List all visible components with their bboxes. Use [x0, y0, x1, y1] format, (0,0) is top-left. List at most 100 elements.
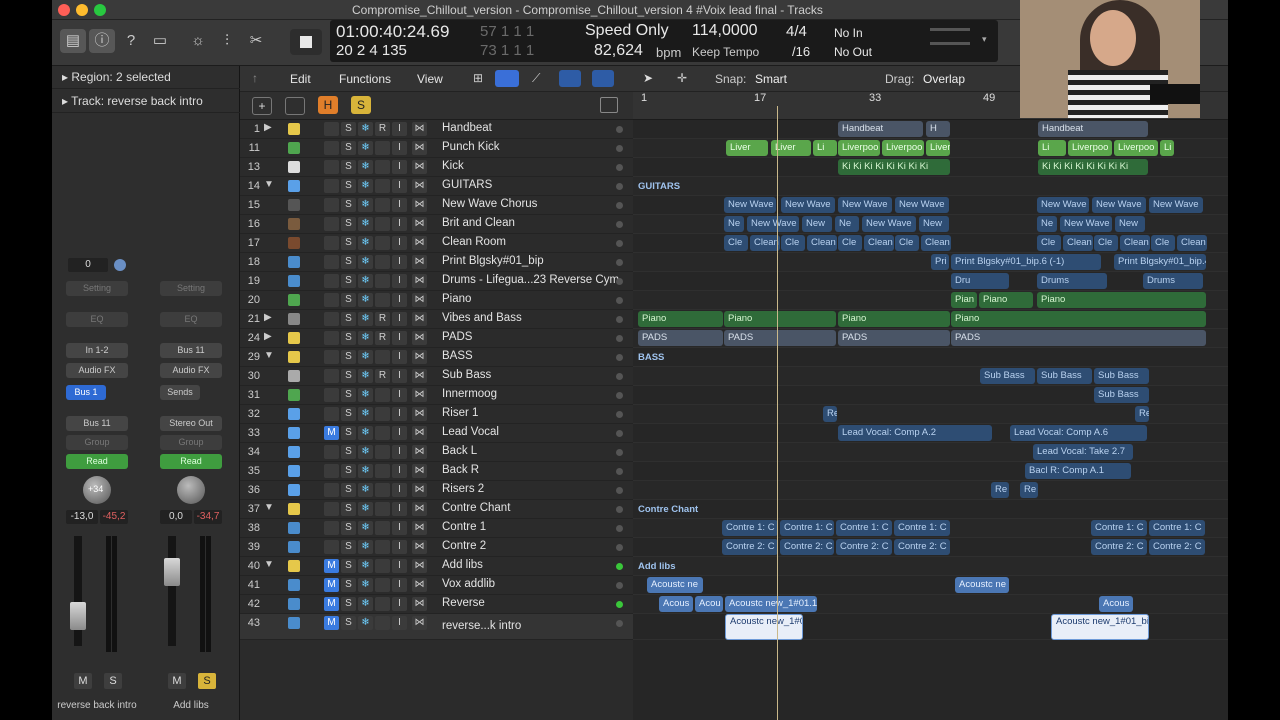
freeze-icon[interactable]: ❄: [358, 274, 373, 288]
input-monitor-button[interactable]: I: [392, 559, 407, 573]
record-enable-button[interactable]: [375, 502, 390, 516]
freeze-icon[interactable]: ❄: [358, 597, 373, 611]
record-enable-button[interactable]: [375, 426, 390, 440]
disclosure-right-icon[interactable]: ▶: [264, 331, 272, 342]
region[interactable]: Re: [1135, 406, 1149, 422]
setting-button[interactable]: Setting: [160, 281, 222, 296]
mute-button[interactable]: [324, 236, 339, 250]
freeze-icon[interactable]: ❄: [358, 255, 373, 269]
track-lock-icon[interactable]: ⋈: [412, 502, 427, 516]
region[interactable]: New Wave: [895, 197, 949, 213]
automation-read-button[interactable]: Read: [66, 454, 128, 469]
region[interactable]: Drums: [1037, 273, 1107, 289]
record-enable-button[interactable]: [375, 179, 390, 193]
setting-button[interactable]: Setting: [66, 281, 128, 296]
editors-scissors-icon[interactable]: ✂: [243, 29, 269, 53]
region[interactable]: Liver: [726, 140, 768, 156]
record-enable-button[interactable]: [375, 445, 390, 459]
region[interactable]: Handbeat: [838, 121, 923, 137]
record-enable-button[interactable]: [375, 217, 390, 231]
region[interactable]: Piano: [1037, 292, 1206, 308]
region[interactable]: H: [926, 121, 950, 137]
automation-icon[interactable]: ⟋: [532, 71, 540, 86]
input-monitor-button[interactable]: I: [392, 407, 407, 421]
mute-button[interactable]: [324, 350, 339, 364]
track-name[interactable]: Vibes and Bass: [442, 312, 522, 324]
track-lock-icon[interactable]: ⋈: [412, 141, 427, 155]
region[interactable]: Acous: [659, 596, 693, 612]
track-name[interactable]: Piano: [442, 293, 471, 305]
input-monitor-button[interactable]: I: [392, 616, 407, 630]
solo-button[interactable]: S: [341, 236, 356, 250]
pan-knob[interactable]: +34: [83, 476, 111, 504]
region[interactable]: Ne: [1037, 216, 1057, 232]
freeze-icon[interactable]: ❄: [358, 122, 373, 136]
track-row[interactable]: 15 S ❄ I ⋈ New Wave Chorus: [240, 196, 633, 215]
track-name[interactable]: Clean Room: [442, 236, 506, 248]
group-button[interactable]: Group: [160, 435, 222, 450]
grid-view-icon[interactable]: ⊞: [473, 71, 483, 85]
track-lock-icon[interactable]: ⋈: [412, 445, 427, 459]
sends-button[interactable]: Sends: [160, 385, 200, 400]
region[interactable]: New Wave: [724, 197, 776, 213]
track-row[interactable]: 32 S ❄ I ⋈ Riser 1: [240, 405, 633, 424]
track-lock-icon[interactable]: ⋈: [412, 369, 427, 383]
solo-button[interactable]: S: [198, 673, 216, 689]
input-monitor-button[interactable]: I: [392, 160, 407, 174]
solo-button[interactable]: S: [341, 597, 356, 611]
mute-button[interactable]: [324, 198, 339, 212]
track-row[interactable]: 14 ▼ S ❄ I ⋈ GUITARS: [240, 177, 633, 196]
region[interactable]: Contre 2: C: [836, 539, 892, 555]
solo-button[interactable]: S: [341, 445, 356, 459]
region[interactable]: Clean: [1120, 235, 1150, 251]
track-lock-icon[interactable]: ⋈: [412, 198, 427, 212]
track-lock-icon[interactable]: ⋈: [412, 179, 427, 193]
input-monitor-button[interactable]: I: [392, 369, 407, 383]
disclosure-down-icon[interactable]: ▼: [264, 350, 274, 361]
freeze-icon[interactable]: ❄: [358, 236, 373, 250]
track-lane[interactable]: [633, 272, 1228, 291]
freeze-icon[interactable]: ❄: [358, 616, 373, 630]
region[interactable]: Piano: [979, 292, 1033, 308]
track-lock-icon[interactable]: ⋈: [412, 255, 427, 269]
mute-button[interactable]: [324, 217, 339, 231]
playhead[interactable]: [777, 106, 778, 720]
track-lane[interactable]: [633, 576, 1228, 595]
input-monitor-button[interactable]: I: [392, 312, 407, 326]
snap-select[interactable]: Smart: [755, 72, 787, 86]
track-row[interactable]: 24 ▶ S ❄ R I ⋈ PADS: [240, 329, 633, 348]
back-arrow-icon[interactable]: ↑: [252, 71, 258, 85]
region[interactable]: New Wave: [862, 216, 916, 232]
input-monitor-button[interactable]: I: [392, 445, 407, 459]
freeze-icon[interactable]: ❄: [358, 483, 373, 497]
track-name[interactable]: Riser 1: [442, 407, 478, 419]
region[interactable]: Sub Bass: [1094, 387, 1149, 403]
freeze-icon[interactable]: ❄: [358, 331, 373, 345]
record-enable-button[interactable]: [375, 274, 390, 288]
solo-button[interactable]: S: [341, 331, 356, 345]
mute-button[interactable]: [324, 521, 339, 535]
freeze-icon[interactable]: ❄: [358, 179, 373, 193]
solo-button[interactable]: S: [341, 521, 356, 535]
toolbar-toggle-icon[interactable]: ▭: [147, 29, 173, 53]
mute-button[interactable]: [324, 540, 339, 554]
track-lock-icon[interactable]: ⋈: [412, 350, 427, 364]
region[interactable]: Clean: [807, 235, 837, 251]
region[interactable]: Piano: [838, 311, 950, 327]
track-row[interactable]: 42 M S ❄ I ⋈ Reverse: [240, 595, 633, 614]
mixer-icon[interactable]: ⫶: [214, 29, 240, 53]
volume-fader-track[interactable]: [168, 536, 176, 646]
track-name[interactable]: Sub Bass: [442, 369, 491, 381]
region[interactable]: Ne: [835, 216, 859, 232]
region[interactable]: Acou: [695, 596, 723, 612]
region[interactable]: Clean: [750, 235, 780, 251]
track-name[interactable]: BASS: [442, 350, 473, 362]
freeze-icon[interactable]: ❄: [358, 407, 373, 421]
track-name[interactable]: Vox addlib: [442, 578, 495, 590]
track-lane[interactable]: [633, 462, 1228, 481]
region[interactable]: Acoustc new_1#01.1: [725, 596, 817, 612]
record-enable-button[interactable]: [375, 616, 390, 630]
region[interactable]: Piano: [638, 311, 723, 327]
track-name[interactable]: Contre Chant: [442, 502, 510, 514]
input-monitor-button[interactable]: I: [392, 426, 407, 440]
